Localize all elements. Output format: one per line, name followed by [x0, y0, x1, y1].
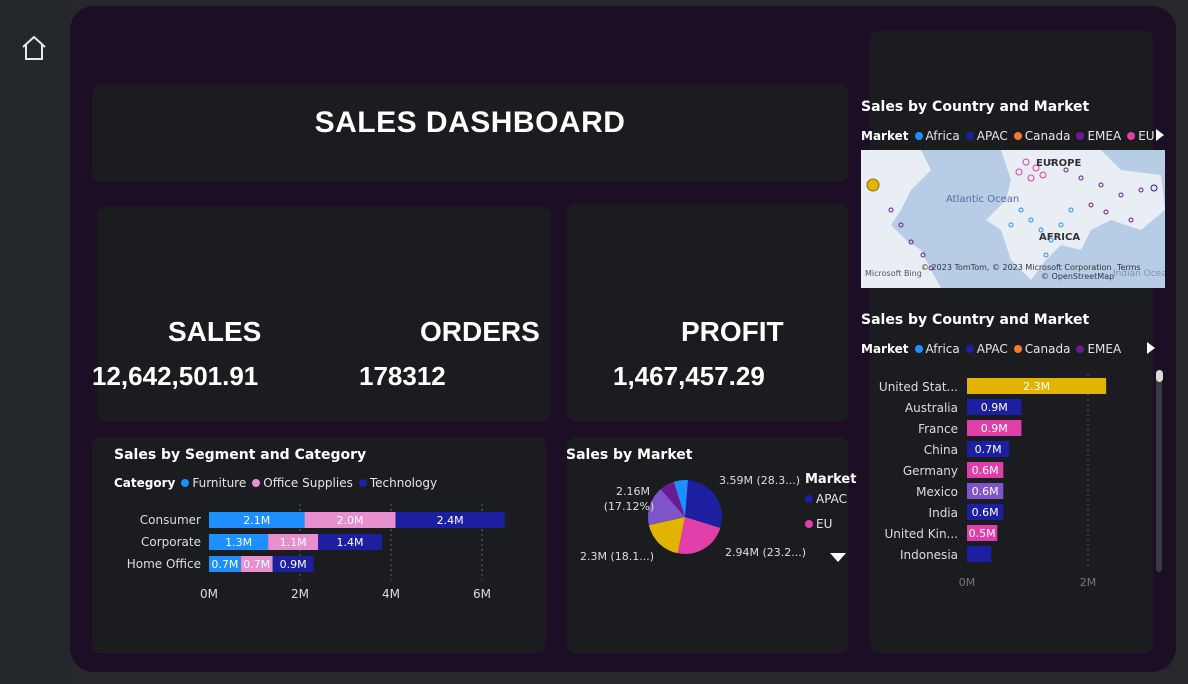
- dashboard-title: SALES DASHBOARD: [314, 106, 626, 139]
- country-x-tick: 0M: [959, 576, 976, 589]
- map-legend-title: Market: [861, 129, 909, 143]
- country-bar-label: 2.3M: [1023, 380, 1050, 393]
- segment-bar-label: 1.1M: [280, 536, 307, 549]
- legend-item-eu[interactable]: EU: [1127, 129, 1155, 143]
- segment-x-tick: 0M: [200, 587, 218, 601]
- segment-bar-label: 1.4M: [337, 536, 364, 549]
- map-label-africa: AFRICA: [1039, 232, 1080, 243]
- legend-item-canada-2[interactable]: Canada: [1013, 342, 1070, 356]
- profit-label: PROFIT: [681, 316, 784, 347]
- country-chart-legend: Market Africa APAC Canada EMEA: [861, 342, 1127, 356]
- segment-bar-label: 2.1M: [243, 514, 270, 527]
- country-bar-label: 0.7M: [975, 443, 1002, 456]
- country-category-label: United Stat...: [879, 380, 958, 394]
- map-attribution: © 2023 TomTom, © 2023 Microsoft Corporat…: [921, 263, 1112, 272]
- country-chart-scroll-thumb[interactable]: [1156, 370, 1163, 382]
- pie-slice-label: 2.3M (18.1...): [580, 550, 654, 563]
- country-bar-label: 0.5M: [969, 527, 996, 540]
- country-chart-title: Sales by Country and Market: [861, 312, 1090, 328]
- legend-item-africa[interactable]: Africa: [914, 129, 960, 143]
- country-bar-label: 0.6M: [972, 506, 999, 519]
- country-bar-label: 0.9M: [981, 401, 1008, 414]
- pie-slice-label: 2.16M: [616, 485, 650, 498]
- country-category-label: Mexico: [916, 485, 958, 499]
- orders-label: ORDERS: [420, 316, 540, 347]
- legend-item-emea[interactable]: EMEA: [1076, 129, 1121, 143]
- orders-value: 178312: [359, 361, 446, 391]
- country-bar-label: 0.6M: [972, 464, 999, 477]
- segment-legend-title: Category: [114, 476, 176, 490]
- map-legend-next-icon[interactable]: [1156, 129, 1164, 141]
- legend-item-apac-market[interactable]: APAC: [805, 492, 847, 506]
- segment-category-label: Home Office: [127, 557, 201, 571]
- segment-category-label: Consumer: [140, 513, 201, 527]
- country-legend-title: Market: [861, 342, 909, 356]
- country-category-label: France: [918, 422, 958, 436]
- country-category-label: United Kin...: [885, 527, 959, 541]
- map-canvas: EUROPE AFRICA Atlantic Ocean Indian Ocea…: [861, 150, 1165, 288]
- legend-item-africa-2[interactable]: Africa: [914, 342, 960, 356]
- legend-item-office-supplies[interactable]: Office Supplies: [252, 476, 353, 490]
- map-osm-link: © OpenStreetMap: [1041, 272, 1114, 281]
- country-category-label: Australia: [905, 401, 958, 415]
- country-x-tick: 2M: [1080, 576, 1097, 589]
- country-category-label: Germany: [903, 464, 958, 478]
- segment-chart-title: Sales by Segment and Category: [114, 447, 367, 463]
- map-legend: Market Africa APAC Canada EMEA EU: [861, 129, 1161, 143]
- legend-item-technology[interactable]: Technology: [358, 476, 437, 490]
- country-legend-next-icon[interactable]: [1147, 342, 1155, 354]
- left-nav-rail: [0, 0, 70, 684]
- sales-value: 12,642,501.91: [92, 361, 259, 391]
- country-category-label: China: [924, 443, 958, 457]
- sales-label: SALES: [168, 316, 262, 347]
- legend-item-apac-2[interactable]: APAC: [965, 342, 1008, 356]
- segment-x-tick: 4M: [382, 587, 400, 601]
- legend-item-apac[interactable]: APAC: [965, 129, 1008, 143]
- legend-item-furniture[interactable]: Furniture: [181, 476, 246, 490]
- market-legend-title: Market: [805, 472, 857, 487]
- country-chart-scrollbar[interactable]: [1156, 370, 1162, 572]
- map-terms-link: Terms: [1116, 263, 1141, 272]
- segment-x-tick: 2M: [291, 587, 309, 601]
- pie-slice-label: 2.94M (23.2...): [725, 546, 806, 559]
- segment-bar-label: 2.0M: [337, 514, 364, 527]
- map-label-europe: EUROPE: [1036, 158, 1081, 169]
- pie-slice-label: (17.12%): [604, 500, 655, 513]
- segment-bar-label: 1.3M: [225, 536, 252, 549]
- map-bing-logo: Microsoft Bing: [865, 269, 922, 278]
- sales-map[interactable]: EUROPE AFRICA Atlantic Ocean Indian Ocea…: [861, 150, 1165, 288]
- segment-chart-legend: Category Furniture Office Supplies Techn…: [114, 476, 443, 490]
- legend-item-canada[interactable]: Canada: [1013, 129, 1070, 143]
- map-title: Sales by Country and Market: [861, 99, 1090, 115]
- segment-bar-chart[interactable]: 0M 2M 4M 6M Consumer 2.1M 2.0M 2.4M Corporate 1.3…: [92, 500, 546, 620]
- legend-scroll-down-icon[interactable]: [830, 553, 846, 562]
- map-label-atlantic: Atlantic Ocean: [946, 194, 1019, 205]
- country-bar-chart[interactable]: 0M 2M United Stat... 2.3M Australia 0.9M Franc…: [861, 372, 1151, 612]
- segment-x-tick: 6M: [473, 587, 491, 601]
- country-category-label: India: [929, 506, 958, 520]
- segment-bar-label: 0.7M: [211, 558, 238, 571]
- title-card: SALES DASHBOARD: [92, 84, 848, 182]
- segment-bar-label: 0.7M: [243, 558, 270, 571]
- country-bar-label: 0.9M: [981, 422, 1008, 435]
- country-bar: [967, 546, 992, 562]
- country-category-label: Indonesia: [900, 548, 958, 562]
- segment-bar-label: 0.9M: [280, 558, 307, 571]
- legend-item-emea-2[interactable]: EMEA: [1076, 342, 1121, 356]
- segment-bar-label: 2.4M: [437, 514, 464, 527]
- segment-category-label: Corporate: [141, 535, 201, 549]
- market-chart-title: Sales by Market: [566, 447, 693, 463]
- legend-item-eu-market[interactable]: EU: [805, 517, 832, 531]
- profit-value: 1,467,457.29: [613, 361, 765, 391]
- country-bar-label: 0.6M: [972, 485, 999, 498]
- pie-slice-label: 3.59M (28.3...): [719, 474, 800, 487]
- home-icon[interactable]: [20, 34, 48, 62]
